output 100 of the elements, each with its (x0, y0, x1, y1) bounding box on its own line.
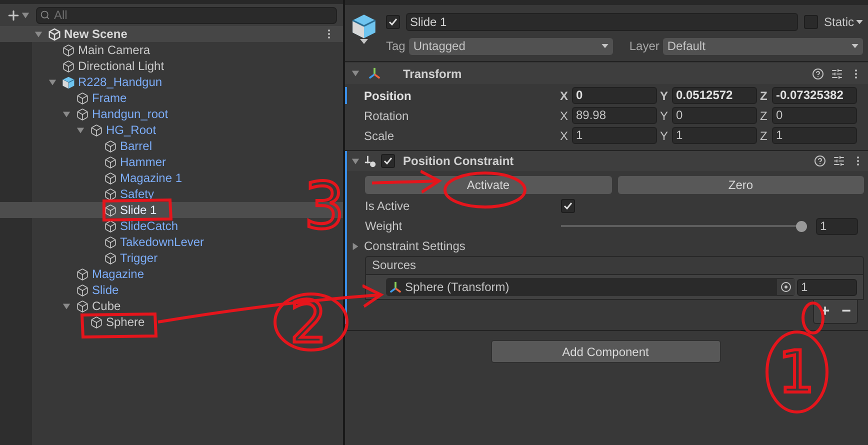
object-field[interactable]: Sphere (Transform) (386, 278, 795, 296)
object-name: HG_Root (106, 122, 156, 139)
layer-label: Layer (629, 38, 660, 55)
search-field[interactable]: All (36, 6, 337, 24)
number-field[interactable]: 89.98 (572, 107, 657, 124)
axis-label: X (560, 128, 570, 144)
property-label: Position (364, 88, 412, 104)
weight-slider[interactable] (561, 220, 807, 232)
checkbox[interactable] (561, 199, 575, 213)
tag-label: Tag (386, 38, 406, 55)
cube-icon (76, 268, 89, 280)
number-field[interactable]: 0 (772, 107, 857, 124)
object-name: Magazine 1 (120, 170, 182, 187)
number-field[interactable]: 1 (672, 127, 757, 144)
hierarchy-item[interactable]: Slide (0, 282, 343, 298)
axis-label: Z (760, 88, 768, 104)
remove-source-button[interactable]: − (842, 300, 851, 324)
add-component-button[interactable]: Add Component (490, 340, 720, 363)
hierarchy-item[interactable]: R228_Handgun (0, 74, 343, 90)
expand-arrow-icon[interactable] (351, 69, 360, 78)
hierarchy-item[interactable]: Handgun_root (0, 106, 343, 122)
object-name: Handgun_root (92, 106, 168, 123)
slider-thumb[interactable] (796, 220, 807, 232)
axis-label: X (560, 108, 570, 124)
cube-icon (104, 220, 117, 232)
cube-icon (76, 284, 89, 296)
number-field[interactable]: -0.07325382 (772, 87, 857, 104)
hierarchy-item[interactable]: Magazine (0, 266, 343, 282)
target-icon[interactable] (777, 279, 795, 295)
presets-icon[interactable] (833, 155, 845, 167)
number-field[interactable]: 0 (572, 87, 657, 104)
cube-icon (90, 316, 103, 328)
static-dropdown[interactable]: Static (824, 13, 863, 31)
checkbox[interactable] (804, 15, 818, 29)
checkbox[interactable] (386, 15, 400, 29)
axes-icon (389, 280, 402, 294)
list-header: Sources (365, 256, 864, 275)
expand-arrow-icon[interactable] (351, 242, 360, 250)
expand-arrow-icon[interactable] (62, 302, 71, 310)
add-icon[interactable] (6, 8, 21, 22)
component-header[interactable]: Position Constraint (347, 151, 868, 171)
cube-icon (104, 156, 117, 168)
object-name: Safety (120, 186, 154, 203)
number-field[interactable]: 0.0512572 (672, 87, 757, 104)
hierarchy-item[interactable]: Directional Light (0, 58, 343, 74)
property-label: Weight (365, 218, 404, 235)
checkbox[interactable] (381, 154, 395, 168)
highlight-outline (102, 198, 173, 222)
hierarchy-item[interactable]: Trigger (0, 250, 343, 266)
hierarchy-item[interactable]: Hammer (0, 154, 343, 170)
cube-icon (104, 252, 117, 264)
number-field[interactable]: 0 (672, 107, 757, 124)
axis-label: Z (760, 128, 768, 144)
scene-header[interactable]: New Scene (0, 26, 343, 42)
name-field[interactable]: Slide 1 (406, 13, 798, 31)
object-name: Barrel (120, 138, 152, 155)
check-icon (563, 201, 573, 211)
property-label: Scale (364, 128, 396, 144)
hierarchy-item[interactable]: Frame (0, 90, 343, 106)
caret-icon (851, 44, 859, 48)
expand-arrow-icon[interactable] (34, 30, 43, 38)
component-title: Position Constraint (403, 153, 515, 170)
hierarchy-item[interactable]: Main Camera (0, 42, 343, 58)
help-icon[interactable] (812, 68, 824, 80)
cube-icon (76, 92, 89, 104)
component-header[interactable]: Transform (345, 63, 868, 84)
hierarchy-item[interactable]: HG_Root (0, 122, 343, 138)
expand-arrow-icon[interactable] (48, 78, 57, 86)
object-name: Cube (92, 298, 121, 315)
object-name: R228_Handgun (78, 74, 162, 91)
search-icon (40, 10, 50, 20)
cube-icon (62, 44, 75, 56)
number-field[interactable]: 1 (772, 127, 857, 144)
caret-icon (856, 20, 863, 24)
layer-dropdown[interactable]: Default (663, 38, 863, 54)
object-name: Slide (92, 282, 119, 299)
object-name: Sphere (106, 314, 145, 331)
help-icon[interactable] (814, 155, 826, 167)
object-name: Directional Light (78, 58, 164, 75)
cube-icon (104, 188, 117, 200)
hierarchy-item[interactable]: Barrel (0, 138, 343, 154)
tag-dropdown[interactable]: Untagged (409, 38, 614, 54)
annotation-number: 1 (778, 338, 815, 406)
caret-icon (601, 44, 610, 48)
object-name: Frame (92, 90, 127, 107)
caret-icon[interactable] (21, 10, 30, 20)
property-label: Rotation (364, 108, 410, 124)
cube-icon (62, 76, 75, 88)
check-icon (388, 17, 398, 27)
presets-icon[interactable] (831, 68, 843, 80)
cube-icon[interactable] (350, 13, 378, 39)
action-button[interactable]: Activate (365, 176, 612, 194)
number-field[interactable]: 1 (797, 278, 857, 296)
constraint-icon (364, 154, 377, 168)
number-field[interactable]: 1 (816, 218, 858, 234)
expand-arrow-icon[interactable] (351, 156, 360, 166)
number-field[interactable]: 1 (572, 127, 657, 144)
foldout[interactable]: Constraint Settings (351, 236, 864, 256)
axis-label: X (560, 88, 570, 104)
action-button[interactable]: Zero (618, 176, 864, 194)
